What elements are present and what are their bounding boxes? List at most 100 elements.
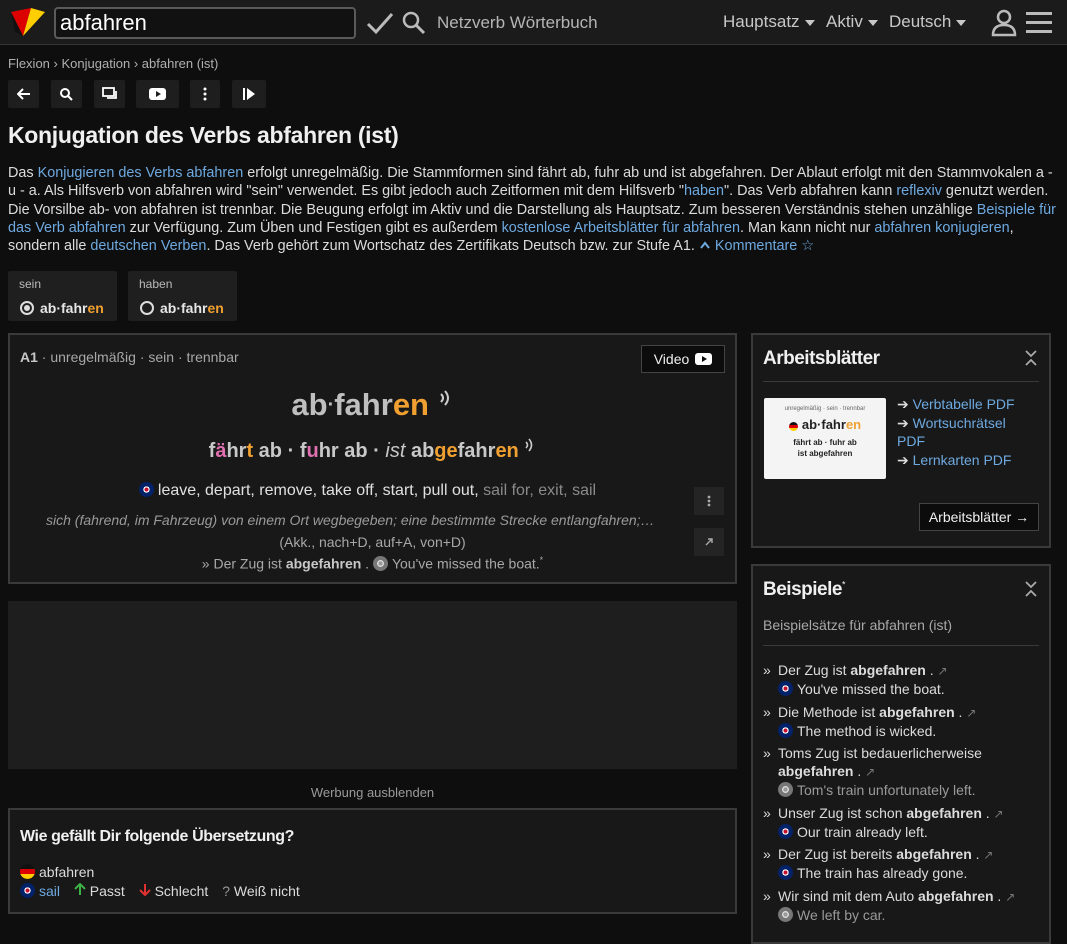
headword-prefix: ab xyxy=(291,387,328,422)
example-de-end: . xyxy=(993,887,1002,904)
aux-verb: ab·fahren xyxy=(40,300,104,316)
example-verb-part: en xyxy=(837,763,854,779)
link-conjugate-abfahren[interactable]: abfahren konjugieren xyxy=(874,220,1009,236)
worksheet-link[interactable]: ➔ Lernkarten PDF xyxy=(897,451,1037,470)
external-arrow-icon[interactable]: ↗ xyxy=(983,848,993,862)
link-haben[interactable]: haben xyxy=(684,183,724,199)
external-arrow-icon[interactable]: ↗ xyxy=(994,807,1004,821)
comments-button[interactable] xyxy=(94,80,125,108)
search-input[interactable] xyxy=(54,7,356,39)
headword: ab·fahren xyxy=(10,387,735,423)
form-prefix-ge: ge xyxy=(434,440,458,462)
menu-icon[interactable] xyxy=(1026,11,1052,33)
menu-sentence-type[interactable]: Hauptsatz xyxy=(723,12,815,32)
form-part: fahr xyxy=(457,440,496,462)
example-mark: * xyxy=(539,555,544,565)
example-de: Der Zug ist bereits abgefahren . ↗ xyxy=(778,846,993,862)
chat-icon xyxy=(101,86,117,99)
search-icon[interactable] xyxy=(401,10,427,36)
page-title: Konjugation des Verbs abfahren (ist) xyxy=(8,122,399,148)
search-icon xyxy=(60,87,73,101)
headword-ending: en xyxy=(392,387,429,422)
question-icon: ? xyxy=(222,883,230,899)
rate-unknown-button[interactable]: ? Weiß nicht xyxy=(222,883,300,899)
collapse-icon[interactable] xyxy=(1023,349,1039,367)
collapse-icon[interactable] xyxy=(1023,580,1039,598)
radio-unselected-icon[interactable] xyxy=(140,301,154,315)
check-icon[interactable] xyxy=(366,10,394,36)
worksheet-link[interactable]: ➔ Verbtabelle PDF xyxy=(897,395,1037,414)
example-verb-part: fahr xyxy=(939,804,966,821)
audio-icon[interactable] xyxy=(524,437,536,453)
menu-voice[interactable]: Aktiv xyxy=(826,12,878,32)
video-label: Video xyxy=(653,351,690,367)
audio-icon[interactable] xyxy=(438,387,454,409)
link-german-verbs[interactable]: deutschen Verben xyxy=(90,238,206,254)
example-de: Wir sind mit dem Auto abgefahren . ↗ xyxy=(778,888,1015,904)
worksheet-link[interactable]: ➔ Wortsuchrätsel PDF xyxy=(897,414,1037,451)
external-arrow-icon[interactable]: ↗ xyxy=(966,706,976,720)
link-reflexiv[interactable]: reflexiv xyxy=(896,183,942,199)
level-badge: A1 xyxy=(20,349,38,365)
worksheet-thumbnail[interactable]: unregelmäßig · sein · trennbar ab·fahren… xyxy=(764,398,886,479)
rate-bad-label: Schlecht xyxy=(154,883,209,899)
open-definition-button[interactable] xyxy=(694,528,724,556)
example-en-text: Tom's train unfortunately left. xyxy=(797,782,976,798)
intro-text-part: . Das Verb gehört zum Wortschatz des Zer… xyxy=(206,238,699,255)
form-aux: ist xyxy=(385,440,406,462)
thumb-word: ab·fahren xyxy=(764,417,886,432)
example-verb-part: en xyxy=(938,703,955,720)
youtube-button[interactable] xyxy=(136,80,179,108)
thumb-forms: fährt ab · fuhr ab xyxy=(793,438,857,447)
menu-language[interactable]: Deutsch xyxy=(889,12,967,32)
user-icon[interactable] xyxy=(991,9,1017,37)
link-conjugate[interactable]: Konjugieren des Verbs abfahren xyxy=(38,165,244,181)
more-translations-button[interactable] xyxy=(694,487,724,515)
rate-bad-button[interactable]: Schlecht xyxy=(138,883,209,899)
worksheet-link-label: Wortsuchrätsel PDF xyxy=(897,414,1006,450)
hide-ads-link[interactable]: Werbung ausblenden xyxy=(8,785,737,800)
video-button[interactable]: Video xyxy=(641,345,725,373)
back-button[interactable] xyxy=(8,80,39,108)
form-part: hr ab xyxy=(318,440,368,462)
breadcrumb-item[interactable]: abfahren (ist) xyxy=(142,56,219,71)
menu-label: Deutsch xyxy=(889,12,952,31)
breadcrumb-item[interactable]: Flexion xyxy=(8,56,50,71)
example-de: Unser Zug ist schon abgefahren . ↗ xyxy=(778,805,1004,821)
radio-selected-icon[interactable] xyxy=(20,301,34,315)
intro-text-part: Das xyxy=(8,165,38,181)
example-de-text: Die Methode ist xyxy=(778,703,880,720)
uk-flag-icon xyxy=(372,555,388,571)
example-de-text: Der Zug ist xyxy=(778,662,851,678)
example-verb-part: fahr xyxy=(810,763,838,779)
external-arrow-icon[interactable]: ↗ xyxy=(1005,890,1015,904)
play-button[interactable] xyxy=(232,80,266,108)
external-arrow-icon[interactable]: ↗ xyxy=(865,765,875,779)
source-word: abfahren xyxy=(39,864,95,880)
intro-text-part: ". Das Verb abfahren kann xyxy=(724,183,897,200)
worksheets-button[interactable]: Arbeitsblätter → xyxy=(919,503,1039,531)
example-verb-part: ge xyxy=(866,662,884,678)
menu-label: Hauptsatz xyxy=(723,12,800,31)
example-verb-part: en xyxy=(977,887,994,904)
rate-good-button[interactable]: Passt xyxy=(74,882,125,899)
breadcrumb-item[interactable]: Konjugation xyxy=(62,56,131,71)
link-worksheets[interactable]: kostenlose Arbeitsblätter für abfahren xyxy=(502,220,740,236)
example-verb-part: fahr xyxy=(911,703,939,720)
more-options-button[interactable] xyxy=(190,80,220,108)
search-button[interactable] xyxy=(51,80,82,108)
target-word-link[interactable]: sail xyxy=(39,883,60,899)
examples-subtitle: Beispielsätze für abfahren (ist) xyxy=(763,617,953,633)
examples-title-mark: * xyxy=(841,579,846,590)
example-verb-part: en xyxy=(965,804,982,821)
example-verb-part: ge xyxy=(922,804,940,821)
breadcrumb-separator: › xyxy=(133,56,139,71)
logo[interactable] xyxy=(9,6,46,38)
external-arrow-icon[interactable]: ↗ xyxy=(938,664,948,678)
example-item: Toms Zug ist bedauerlicherweise abgefahr… xyxy=(763,744,1033,799)
aux-option-haben[interactable]: haben ab·fahren xyxy=(128,271,237,321)
worksheet-link-label: Verbtabelle PDF xyxy=(912,396,1015,412)
comments-link[interactable]: Kommentare ☆ xyxy=(699,238,814,254)
aux-option-sein[interactable]: sein ab·fahren xyxy=(8,271,117,321)
example-item: Die Methode ist abgefahren . ↗ The method… xyxy=(763,703,1033,740)
